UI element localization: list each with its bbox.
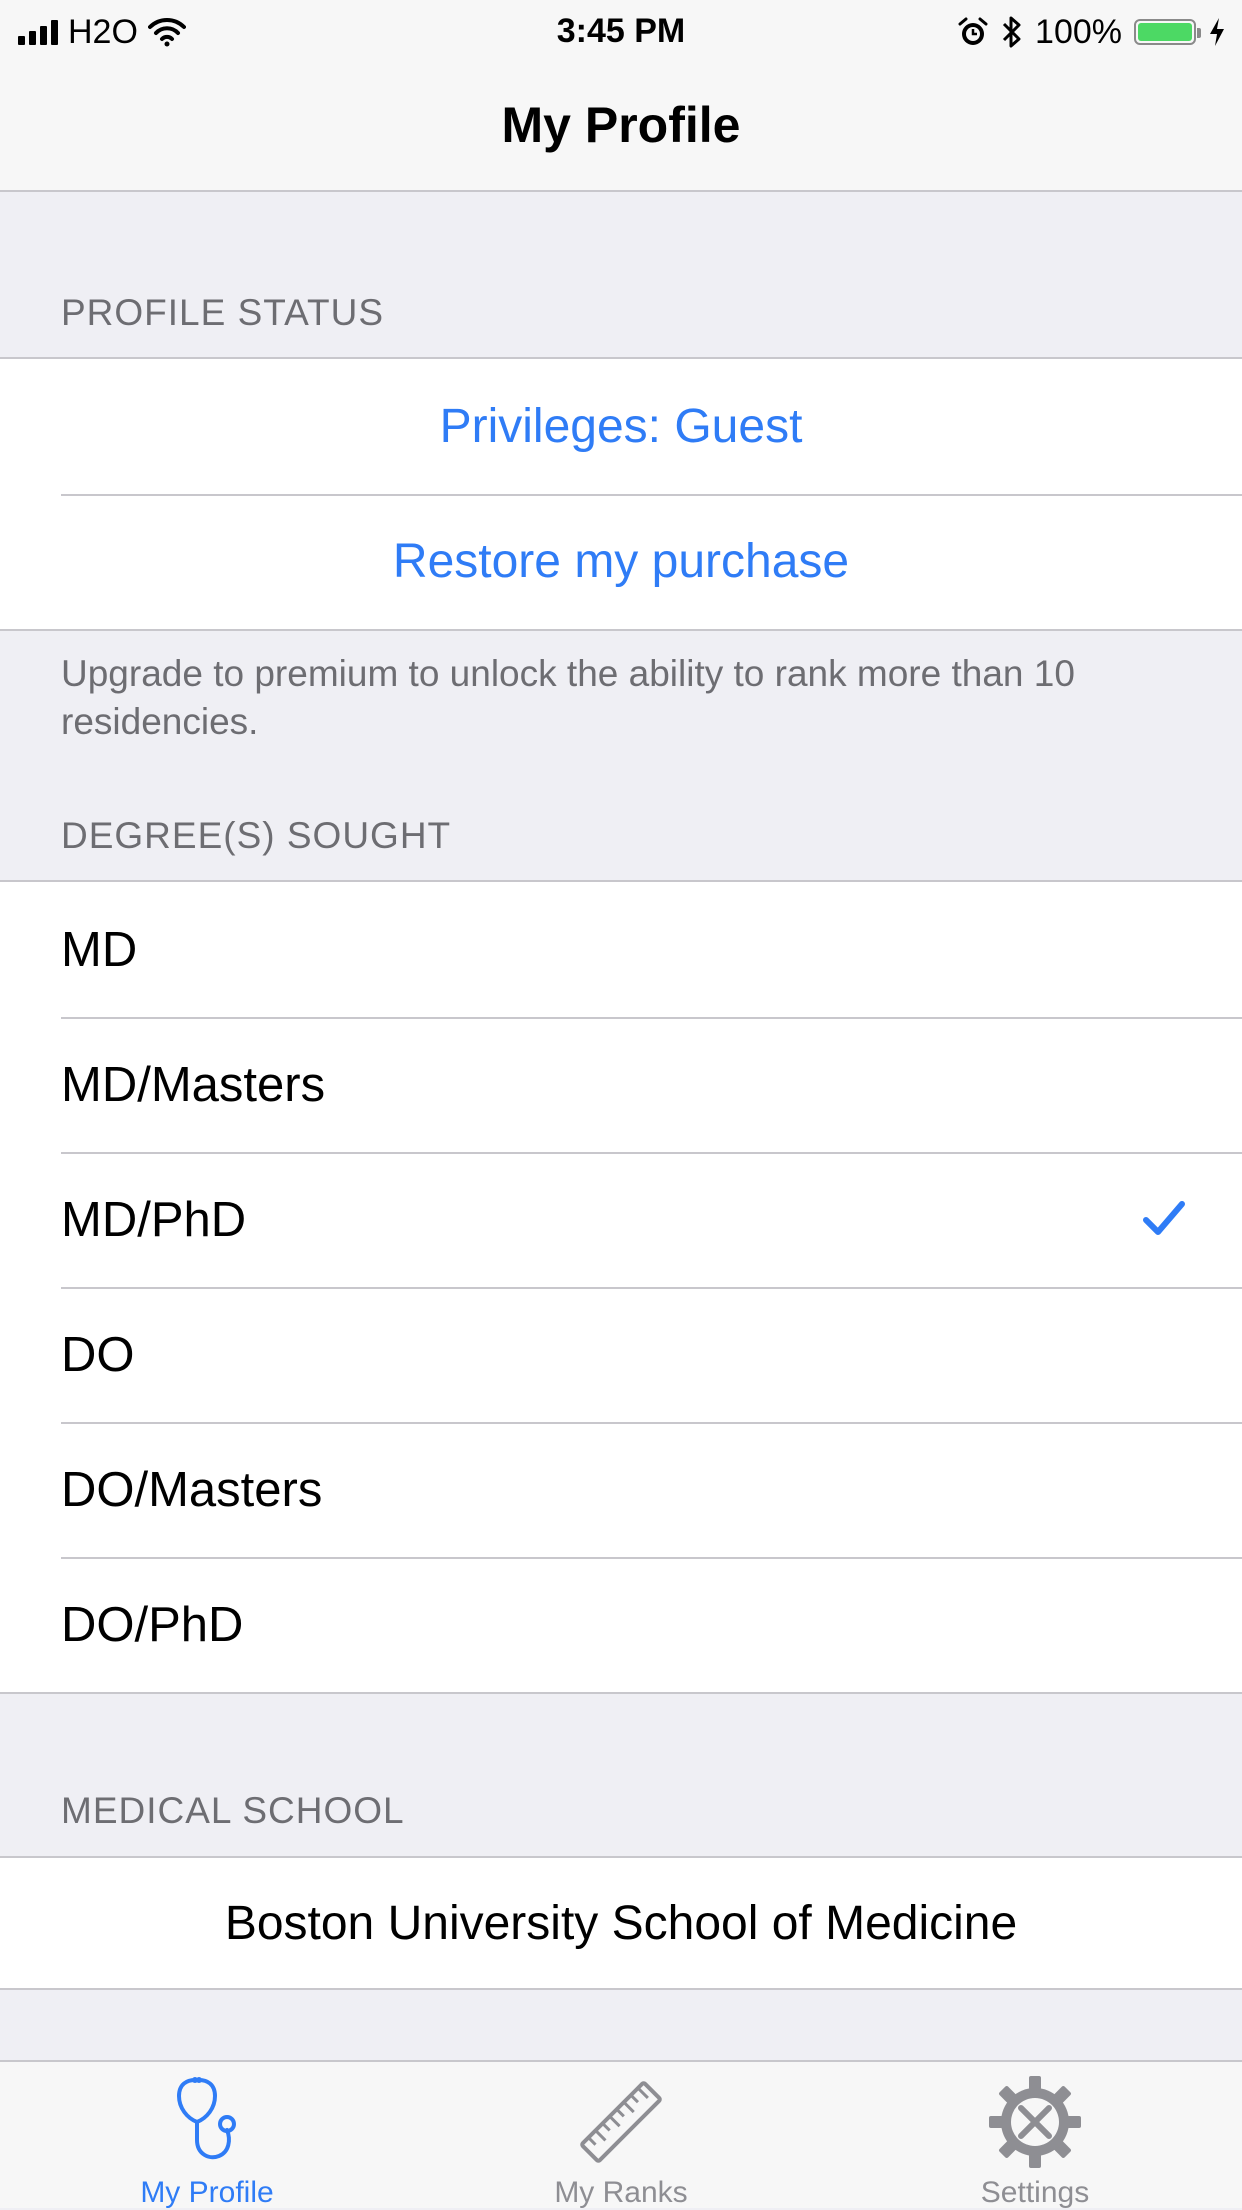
medical-school-value: Boston University School of Medicine <box>224 1896 1018 1950</box>
privileges-row[interactable]: Privileges: Guest <box>0 359 1242 494</box>
degree-label: MD/Masters <box>61 1057 326 1112</box>
degree-option-md-phd[interactable]: MD/PhD <box>0 1152 1242 1287</box>
degree-label: MD/PhD <box>61 1192 247 1247</box>
battery-percent: 100% <box>1035 12 1122 51</box>
navigation-bar: My Profile <box>0 60 1242 192</box>
medical-school-row[interactable]: Boston University School of Medicine <box>0 1858 1242 1988</box>
degree-label: MD <box>61 922 138 977</box>
ruler-icon <box>580 2081 662 2163</box>
degree-label: DO <box>61 1327 135 1382</box>
section-header-degrees: DEGREE(S) SOUGHT <box>61 815 452 856</box>
privileges-label: Privileges: Guest <box>439 400 803 453</box>
bluetooth-icon <box>1002 16 1021 48</box>
degrees-group: MD MD/Masters MD/PhD DO DO/Masters DO/Ph… <box>0 880 1242 1694</box>
charging-bolt-icon <box>1210 18 1224 46</box>
page-title: My Profile <box>501 97 741 153</box>
section-header-medical-school: MEDICAL SCHOOL <box>61 1790 405 1831</box>
profile-status-group: Privileges: Guest Restore my purchase <box>0 357 1242 631</box>
status-bar: H2O 3:45 PM 100% <box>0 0 1242 60</box>
section-header-profile-status: PROFILE STATUS <box>61 292 385 333</box>
settings-gear-icon <box>989 2076 1081 2168</box>
degree-label: DO/PhD <box>61 1597 244 1652</box>
alarm-icon <box>958 17 988 45</box>
checkmark-icon <box>1143 1201 1185 1235</box>
restore-purchase-button[interactable]: Restore my purchase <box>0 494 1242 629</box>
tab-label: My Ranks <box>554 2176 688 2209</box>
degree-option-do-phd[interactable]: DO/PhD <box>0 1557 1242 1692</box>
degree-label: DO/Masters <box>61 1462 323 1517</box>
battery-icon <box>1134 19 1201 45</box>
tab-label: Settings <box>980 2176 1090 2209</box>
degree-option-do-masters[interactable]: DO/Masters <box>0 1422 1242 1557</box>
degree-option-md[interactable]: MD <box>0 882 1242 1017</box>
tab-my-ranks[interactable]: My Ranks <box>414 2062 828 2210</box>
degree-option-md-masters[interactable]: MD/Masters <box>0 1017 1242 1152</box>
restore-purchase-label: Restore my purchase <box>392 535 850 588</box>
upgrade-note: Upgrade to premium to unlock the ability… <box>61 653 1075 742</box>
medical-school-group: Boston University School of Medicine <box>0 1856 1242 1990</box>
tab-label: My Profile <box>140 2176 274 2209</box>
stethoscope-icon <box>176 2077 236 2160</box>
degree-option-do[interactable]: DO <box>0 1287 1242 1422</box>
tab-bar: My Profile My Ranks Settings <box>0 2060 1242 2210</box>
tab-my-profile[interactable]: My Profile <box>0 2062 414 2210</box>
tab-settings[interactable]: Settings <box>828 2062 1242 2210</box>
